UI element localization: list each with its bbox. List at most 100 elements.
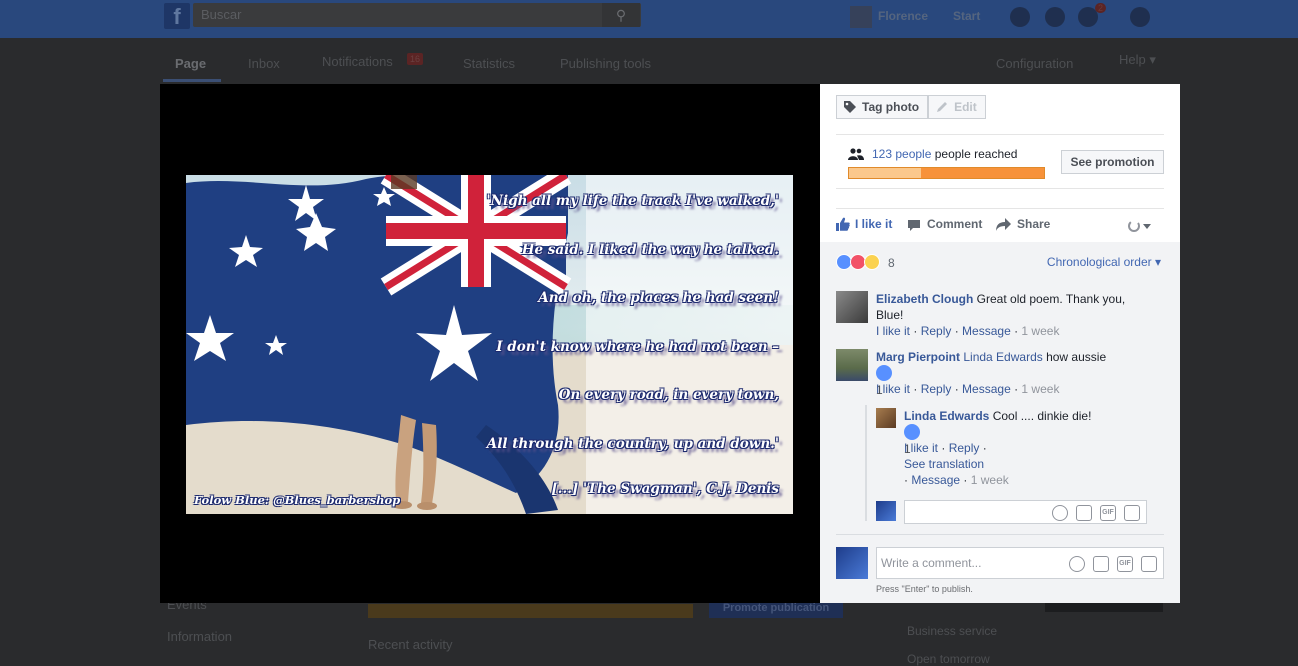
reply-meta-2: · Message · 1 week bbox=[904, 473, 1009, 487]
tab-notifications[interactable]: Notifications bbox=[322, 54, 393, 69]
comment-placeholder: Write a comment... bbox=[881, 556, 982, 570]
notifications-badge: 16 bbox=[407, 53, 424, 65]
reach-suffix: people reached bbox=[931, 147, 1018, 161]
user-profile-link[interactable]: Florence bbox=[850, 6, 928, 28]
poem-line: I don't know where he had not been – bbox=[496, 338, 779, 355]
reply-text: Cool .... dinkie die! bbox=[989, 409, 1092, 423]
comment-message-link[interactable]: Message bbox=[962, 324, 1011, 338]
emoji-icon[interactable] bbox=[1052, 505, 1068, 521]
sidebar-item-information[interactable]: Information bbox=[167, 629, 232, 644]
camera-icon[interactable] bbox=[1093, 556, 1109, 572]
avatar bbox=[850, 6, 872, 28]
avatar[interactable] bbox=[836, 291, 868, 323]
comment-body: Elizabeth Clough Great old poem. Thank y… bbox=[876, 291, 1141, 323]
comment-reply-link[interactable]: Reply bbox=[921, 382, 952, 396]
comment-time[interactable]: 1 week bbox=[1021, 324, 1059, 338]
poem-line: On every road, in every town, bbox=[558, 387, 779, 403]
reply-meta: I like it · Reply · bbox=[904, 441, 987, 455]
mention-link[interactable]: Linda Edwards bbox=[963, 350, 1042, 364]
sticker-icon[interactable] bbox=[1141, 556, 1157, 572]
audience-dropdown-icon[interactable] bbox=[1128, 219, 1152, 233]
reply-translation: See translation bbox=[904, 456, 984, 472]
comment-text: how aussie bbox=[1042, 350, 1107, 364]
share-button[interactable]: Share bbox=[1017, 217, 1050, 231]
facebook-logo-icon[interactable]: f bbox=[164, 3, 190, 29]
comment-like-link[interactable]: I like it bbox=[876, 382, 910, 396]
search-input[interactable]: Buscar bbox=[193, 3, 641, 27]
reach-summary: 123 people people reached bbox=[848, 147, 1017, 161]
tab-help[interactable]: Help ▾ bbox=[1119, 52, 1156, 68]
poem-line: 'Nigh all my life the track I've walked,… bbox=[486, 193, 779, 209]
start-link[interactable]: Start bbox=[953, 9, 980, 23]
avatar bbox=[836, 547, 868, 579]
people-icon bbox=[848, 148, 864, 160]
like-badge-icon bbox=[904, 424, 920, 440]
reply-reply-link[interactable]: Reply bbox=[949, 441, 980, 455]
comment-reply-link[interactable]: Reply bbox=[921, 324, 952, 338]
gif-icon[interactable]: GIF bbox=[1100, 505, 1116, 521]
comment-body: Marg Pierpoint Linda Edwards how aussie bbox=[876, 349, 1146, 365]
reach-progress-bar bbox=[848, 167, 1045, 179]
poem-line: All through the country, up and down.' bbox=[486, 435, 779, 452]
write-comment-input[interactable]: Write a comment... GIF bbox=[876, 547, 1164, 579]
comment-time[interactable]: 1 week bbox=[1021, 382, 1059, 396]
page-subnav: Page Inbox Notifications 16 Statistics P… bbox=[0, 38, 1298, 84]
post-actions: I like it Comment Share bbox=[836, 215, 1164, 235]
comment-meta: I like it · Reply · Message · 1 week bbox=[876, 382, 1060, 396]
edit-button[interactable]: Edit bbox=[928, 95, 986, 119]
messages-icon[interactable] bbox=[1045, 7, 1065, 27]
tab-configuration[interactable]: Configuration bbox=[996, 56, 1073, 71]
reactions-count: 8 bbox=[888, 256, 895, 270]
reply-body: Linda Edwards Cool .... dinkie die! bbox=[904, 408, 1144, 424]
see-translation-link[interactable]: See translation bbox=[904, 457, 984, 471]
see-promotion-button[interactable]: See promotion bbox=[1061, 150, 1164, 174]
tag-icon bbox=[844, 101, 856, 113]
gif-icon[interactable]: GIF bbox=[1117, 556, 1133, 572]
reply-like-link[interactable]: I like it bbox=[904, 441, 938, 455]
open-tomorrow-label: Open tomorrow bbox=[907, 652, 990, 666]
avatar[interactable] bbox=[876, 408, 896, 428]
friends-icon[interactable] bbox=[1010, 7, 1030, 27]
sticker-icon[interactable] bbox=[1124, 505, 1140, 521]
commenter-name[interactable]: Marg Pierpoint bbox=[876, 350, 960, 364]
tag-photo-button[interactable]: Tag photo bbox=[836, 95, 929, 119]
reply-message-link[interactable]: Message bbox=[911, 473, 960, 487]
commenter-name[interactable]: Linda Edwards bbox=[904, 409, 989, 423]
like-button[interactable]: I like it bbox=[855, 217, 892, 231]
divider bbox=[836, 188, 1164, 189]
commenter-name[interactable]: Elizabeth Clough bbox=[876, 292, 973, 306]
notification-count-badge: 2 bbox=[1095, 3, 1107, 13]
comment-meta: I like it · Reply · Message · 1 week bbox=[876, 324, 1060, 338]
user-name: Florence bbox=[878, 9, 929, 24]
reply-thread-line bbox=[865, 405, 867, 521]
pencil-icon bbox=[937, 102, 948, 112]
search-icon[interactable]: ⚲ bbox=[602, 3, 640, 27]
divider bbox=[836, 208, 1164, 209]
reply-time[interactable]: 1 week bbox=[971, 473, 1009, 487]
help-icon[interactable] bbox=[1130, 7, 1150, 27]
like-badge-icon bbox=[876, 365, 892, 381]
reply-input[interactable]: GIF bbox=[904, 500, 1147, 524]
comment-button[interactable]: Comment bbox=[927, 217, 982, 231]
reach-count-link[interactable]: 123 people bbox=[872, 147, 931, 161]
reply-input-icons: GIF bbox=[1044, 505, 1140, 521]
active-tab-underline bbox=[163, 79, 221, 82]
tab-inbox[interactable]: Inbox bbox=[248, 56, 280, 71]
tab-page[interactable]: Page bbox=[175, 56, 206, 71]
comment-message-link[interactable]: Message bbox=[962, 382, 1011, 396]
tab-publishing-tools[interactable]: Publishing tools bbox=[560, 56, 651, 71]
follow-watermark: Folow Blue: @Blues_barbershop bbox=[194, 493, 401, 507]
avatar bbox=[876, 501, 896, 521]
comment-order-dropdown[interactable]: Chronological order ▾ bbox=[1047, 255, 1161, 269]
camera-icon[interactable] bbox=[1076, 505, 1092, 521]
photo-stage: 'Nigh all my life the track I've walked,… bbox=[160, 84, 820, 603]
avatar[interactable] bbox=[836, 349, 868, 381]
thumbs-up-icon bbox=[836, 217, 850, 231]
photo[interactable]: 'Nigh all my life the track I've walked,… bbox=[186, 175, 793, 514]
publish-hint: Press "Enter" to publish. bbox=[876, 584, 973, 594]
comment-like-link[interactable]: I like it bbox=[876, 324, 910, 338]
comment-icon bbox=[908, 220, 920, 231]
tab-statistics[interactable]: Statistics bbox=[463, 56, 515, 71]
share-icon bbox=[996, 218, 1011, 231]
emoji-icon[interactable] bbox=[1069, 556, 1085, 572]
